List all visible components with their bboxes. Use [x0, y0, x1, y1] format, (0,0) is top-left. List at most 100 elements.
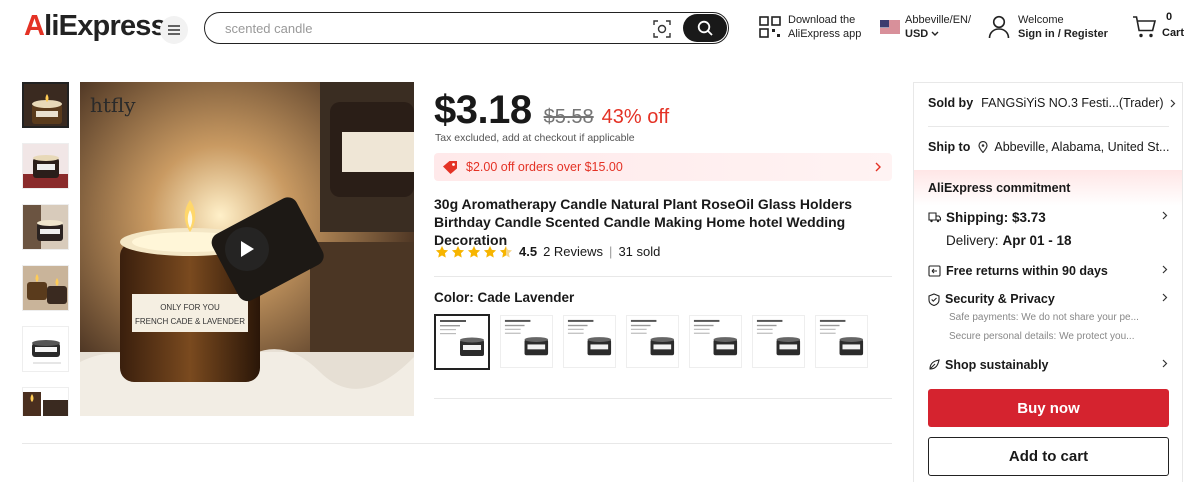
- swatch-image: [436, 316, 488, 368]
- sold-by-label: Sold by: [928, 96, 974, 110]
- color-swatch[interactable]: [752, 315, 805, 368]
- search-input[interactable]: [225, 18, 625, 38]
- locale-selector[interactable]: Abbeville/EN/ USD: [880, 13, 971, 41]
- sign-in-register[interactable]: Sign in / Register: [1018, 27, 1108, 41]
- sustainability-text: Shop sustainably: [945, 358, 1049, 372]
- color-swatches: [434, 314, 868, 370]
- sold-by-row[interactable]: Sold by FANGSiYiS NO.3 Festi...(Trader): [928, 96, 1176, 110]
- coupon-tag-icon: [443, 161, 457, 174]
- welcome-line: Welcome: [1018, 14, 1064, 26]
- user-icon: [988, 15, 1010, 39]
- sustainability-row[interactable]: Shop sustainably: [928, 358, 1049, 372]
- coupon-text: $2.00 off orders over $15.00: [466, 160, 623, 174]
- qr-code-icon: [759, 16, 781, 38]
- returns-text: Free returns within 90 days: [946, 264, 1108, 278]
- shipping-cost: Shipping: $3.73: [946, 210, 1046, 225]
- divider: [928, 126, 1169, 127]
- chevron-right-icon[interactable]: [1162, 359, 1168, 368]
- shield-icon: [928, 292, 940, 306]
- shipping-row[interactable]: Shipping: $3.73: [928, 210, 1046, 225]
- security-title: Security & Privacy: [945, 292, 1055, 306]
- star-icon: [500, 245, 512, 257]
- locale-line-1: Abbeville/EN/: [905, 14, 972, 26]
- security-detail-payments: Safe payments: We do not share your pe..…: [949, 312, 1139, 323]
- search-button[interactable]: [683, 14, 727, 42]
- menu-button[interactable]: [160, 16, 188, 44]
- thumbnail[interactable]: [22, 143, 69, 189]
- star-icon: [452, 245, 464, 257]
- divider: [434, 276, 892, 277]
- cart-link[interactable]: [1132, 15, 1157, 39]
- star-rating[interactable]: [435, 245, 513, 259]
- discount-badge: 43% off: [601, 106, 670, 128]
- buy-now-button[interactable]: Buy now: [928, 389, 1169, 427]
- chevron-right-icon: [875, 162, 881, 172]
- swatch-image: [753, 316, 804, 367]
- truck-icon: [928, 212, 941, 223]
- download-app-text: Download the AliExpress app: [788, 13, 861, 41]
- security-row[interactable]: Security & Privacy: [928, 292, 1055, 306]
- color-swatch[interactable]: [626, 315, 679, 368]
- swatch-image: [564, 316, 615, 367]
- hamburger-icon: [168, 25, 180, 35]
- original-price: $5.58: [543, 106, 594, 128]
- download-line-1: Download the: [788, 14, 856, 26]
- account-text: Welcome Sign in / Register: [1018, 13, 1108, 41]
- delivery-row: Delivery: Apr 01 - 18: [946, 233, 1072, 248]
- rating-score: 4.5: [519, 244, 538, 259]
- store-name[interactable]: FANGSiYiS NO.3 Festi...(Trader): [981, 96, 1163, 110]
- account-link[interactable]: Welcome Sign in / Register: [988, 13, 1108, 41]
- cart-icon: [1133, 16, 1157, 38]
- add-to-cart-button[interactable]: Add to cart: [928, 437, 1169, 476]
- chevron-right-icon[interactable]: [1162, 211, 1168, 220]
- star-icon: [468, 245, 480, 257]
- reviews-link[interactable]: 2 Reviews: [543, 244, 603, 259]
- color-label: Color: Cade Lavender: [434, 290, 575, 305]
- logo-rest: liExpress: [44, 10, 167, 42]
- jar-label-line-1: ONLY FOR YOU: [160, 303, 220, 312]
- aliexpress-logo[interactable]: AliExpress: [24, 10, 167, 43]
- swatch-image: [501, 316, 552, 367]
- coupon-banner[interactable]: $2.00 off orders over $15.00: [434, 153, 892, 181]
- swatch-image: [690, 316, 741, 367]
- swatch-image: [627, 316, 678, 367]
- tax-note: Tax excluded, add at checkout if applica…: [435, 132, 635, 144]
- thumbnail[interactable]: [22, 387, 69, 416]
- locale-line-2: USD: [905, 27, 971, 41]
- currency-label: USD: [905, 28, 929, 40]
- star-icon: [484, 245, 496, 257]
- color-swatch[interactable]: [434, 314, 490, 370]
- jar-label-line-2: FRENCH CADE & LAVENDER: [135, 317, 245, 326]
- color-swatch[interactable]: [500, 315, 553, 368]
- cart-label[interactable]: Cart: [1162, 27, 1184, 39]
- security-detail-personal: Secure personal details: We protect you.…: [949, 331, 1135, 342]
- logo-initial: A: [24, 10, 45, 42]
- site-header: AliExpress Download the AliExpress app A…: [0, 0, 1200, 58]
- product-main-image[interactable]: ONLY FOR YOU FRENCH CADE & LAVENDER htfl…: [80, 82, 414, 416]
- image-search-button[interactable]: [651, 18, 673, 40]
- chevron-right-icon[interactable]: [1162, 265, 1168, 274]
- search-bar: [204, 12, 729, 44]
- rating-separator: |: [609, 244, 613, 259]
- locale-text: Abbeville/EN/ USD: [905, 13, 971, 41]
- play-icon: [241, 241, 254, 257]
- thumbnail[interactable]: [22, 326, 69, 372]
- chevron-down-icon: [931, 31, 939, 36]
- commitment-title: AliExpress commitment: [928, 181, 1071, 195]
- thumbnail[interactable]: [22, 82, 69, 128]
- thumbnail[interactable]: [22, 204, 69, 250]
- color-swatch[interactable]: [815, 315, 868, 368]
- price-block: $3.18 $5.58 43% off: [434, 88, 669, 133]
- delivery-date: Apr 01 - 18: [1002, 233, 1072, 248]
- thumbnail[interactable]: [22, 265, 69, 311]
- chevron-right-icon[interactable]: [1162, 293, 1168, 302]
- brand-watermark: htfly: [90, 93, 136, 117]
- color-swatch[interactable]: [689, 315, 742, 368]
- play-video-button[interactable]: [225, 227, 269, 271]
- ship-to-row[interactable]: Ship to Abbeville, Alabama, United St...: [928, 140, 1169, 154]
- color-swatch[interactable]: [563, 315, 616, 368]
- divider: [22, 443, 892, 444]
- returns-row[interactable]: Free returns within 90 days: [928, 264, 1108, 278]
- star-icon: [436, 245, 448, 257]
- download-app-link[interactable]: Download the AliExpress app: [759, 13, 861, 41]
